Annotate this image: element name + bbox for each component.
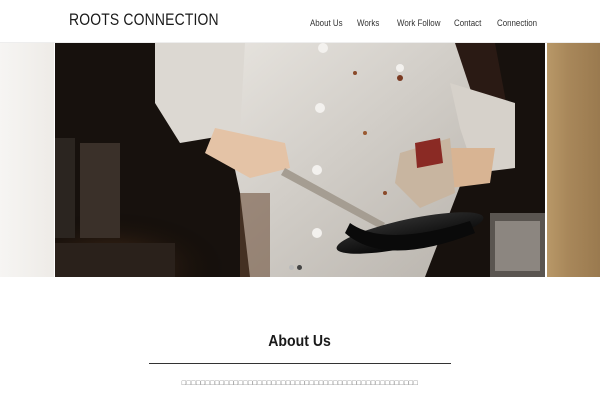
slider-pagination [289,265,309,271]
hero-slider[interactable] [0,43,600,277]
about-title: About Us [268,333,332,350]
nav-connection[interactable]: Connection [497,18,537,28]
site-header: ROOTS CONNECTION About Us Works Work Fol… [0,0,600,43]
chef-cooking-illustration [55,43,545,277]
nav-about-us[interactable]: About Us [310,18,343,28]
nav-work-follow[interactable]: Work Follow [397,18,440,28]
about-text: □□□□□□□□□□□□□□□□□□□□□□□□□□□□□□□□□□□□□□□□… [181,380,419,387]
slider-dot-2-active[interactable] [297,265,302,270]
main-nav: About Us Works Work Follow Contact Conne… [0,18,600,32]
slider-dot-1[interactable] [289,265,294,270]
next-slide-peek[interactable] [547,43,600,277]
nav-works[interactable]: Works [357,18,379,28]
previous-slide-peek[interactable] [0,43,54,277]
hero-slide-image [55,43,545,277]
about-divider [149,363,451,364]
nav-contact[interactable]: Contact [454,18,481,28]
